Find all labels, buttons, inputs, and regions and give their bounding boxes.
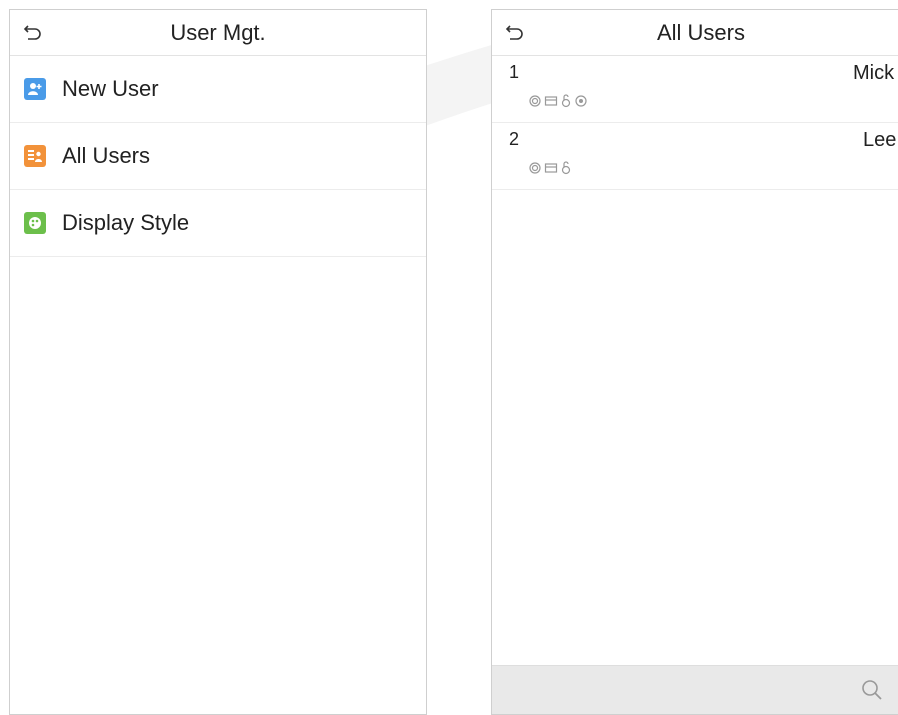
- menu-label: All Users: [62, 143, 151, 168]
- menu-label: New User: [62, 76, 159, 101]
- fingerprint-icon: [528, 94, 542, 108]
- user-id: 1: [509, 62, 520, 82]
- card-icon: [544, 94, 558, 108]
- all-users-screen: All Users 1 Mick 2 Lee: [491, 9, 898, 715]
- face-icon: [574, 94, 588, 108]
- password-icon: [560, 161, 572, 175]
- card-icon: [544, 161, 558, 175]
- search-input[interactable]: [506, 675, 840, 705]
- menu-item-display-style[interactable]: Display Style: [10, 190, 426, 257]
- back-arrow-icon: [505, 25, 523, 40]
- back-button[interactable]: [504, 22, 526, 42]
- page-title: User Mgt.: [170, 19, 266, 45]
- menu-label: Display Style: [62, 210, 190, 235]
- search-bar: [492, 665, 898, 714]
- header: User Mgt.: [10, 10, 426, 56]
- menu-item-new-user[interactable]: New User: [10, 56, 426, 123]
- search-icon: [862, 680, 882, 700]
- back-button[interactable]: [22, 22, 44, 42]
- user-row[interactable]: 2 Lee: [492, 123, 898, 190]
- verify-methods: [528, 94, 588, 108]
- verify-methods: [528, 161, 572, 175]
- search-button[interactable]: [860, 678, 884, 702]
- header: All Users: [492, 10, 898, 56]
- user-name: Mick: [853, 62, 895, 84]
- user-id: 2: [509, 129, 520, 149]
- new-user-icon: [24, 78, 46, 100]
- back-arrow-icon: [23, 25, 41, 40]
- display-style-icon: [24, 212, 46, 234]
- user-row[interactable]: 1 Mick: [492, 56, 898, 123]
- menu-item-all-users[interactable]: All Users: [10, 123, 426, 190]
- user-mgt-screen: User Mgt. New User All Users Display Sty…: [9, 9, 427, 715]
- user-name: Lee: [863, 129, 897, 151]
- all-users-icon: [24, 145, 46, 167]
- password-icon: [560, 94, 572, 108]
- page-title: All Users: [656, 19, 745, 45]
- fingerprint-icon: [528, 161, 542, 175]
